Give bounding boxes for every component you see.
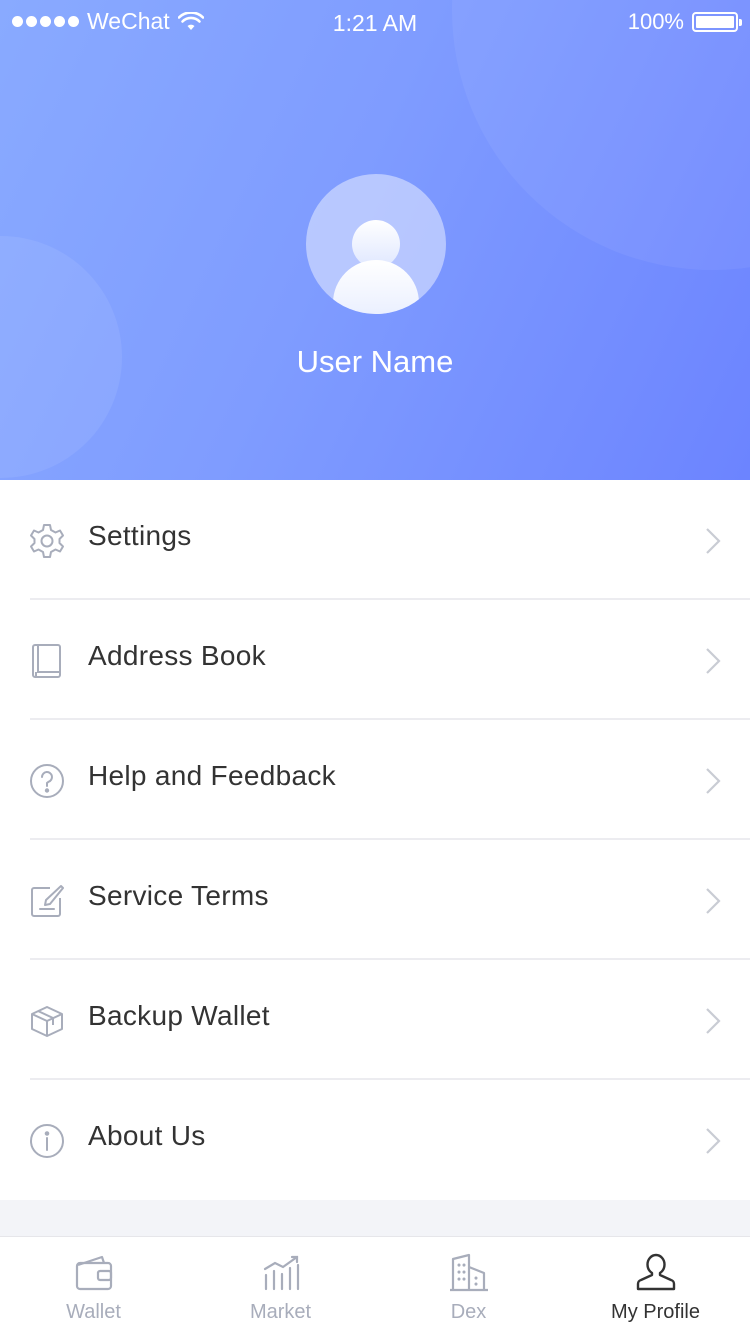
- tab-dex[interactable]: Dex: [375, 1237, 562, 1334]
- chevron-right-icon: [706, 768, 721, 794]
- status-right: 100%: [627, 9, 742, 35]
- tab-wallet[interactable]: Wallet: [0, 1237, 187, 1334]
- menu-item-label: Settings: [88, 520, 192, 551]
- avatar-body: [333, 260, 419, 314]
- tab-label: Wallet: [66, 1301, 121, 1323]
- battery-icon: [692, 12, 742, 32]
- menu-item-address-book[interactable]: Address Book: [0, 600, 750, 720]
- tab-market[interactable]: Market: [187, 1237, 374, 1334]
- chevron-right-icon: [706, 1128, 721, 1154]
- building-icon: [447, 1251, 491, 1295]
- menu-item-backup-wallet[interactable]: Backup Wallet: [0, 960, 750, 1080]
- tab-label: Market: [249, 1301, 312, 1323]
- tab-my-profile[interactable]: My Profile: [562, 1237, 749, 1334]
- battery-percent: 100%: [627, 9, 684, 34]
- menu-item-service-terms[interactable]: Service Terms: [0, 840, 750, 960]
- menu-item-settings[interactable]: Settings: [0, 480, 750, 600]
- wallet-icon: [72, 1251, 116, 1295]
- menu-item-label: Address Book: [88, 640, 266, 671]
- tab-label: My Profile: [611, 1301, 700, 1323]
- gear-icon: [28, 522, 66, 560]
- chevron-right-icon: [706, 1008, 721, 1034]
- chevron-right-icon: [706, 648, 721, 674]
- profile-header: WeChat 1:21 AM 100% User Name: [0, 0, 750, 480]
- bottom-tab-bar: Wallet Market Dex My Profile: [0, 1236, 750, 1334]
- avatar[interactable]: [306, 174, 446, 314]
- backup-box-icon: [28, 1002, 66, 1040]
- edit-document-icon: [28, 882, 66, 920]
- menu-item-label: Help and Feedback: [88, 760, 336, 791]
- menu-item-help-feedback[interactable]: Help and Feedback: [0, 720, 750, 840]
- menu-item-about-us[interactable]: About Us: [0, 1080, 750, 1200]
- menu-item-label: Service Terms: [88, 880, 269, 911]
- menu-item-label: About Us: [88, 1120, 206, 1151]
- status-bar: WeChat 1:21 AM 100%: [0, 0, 750, 44]
- tab-label: Dex: [450, 1301, 487, 1323]
- chevron-right-icon: [706, 888, 721, 914]
- chevron-right-icon: [706, 528, 721, 554]
- info-circle-icon: [28, 1122, 66, 1160]
- question-circle-icon: [28, 762, 66, 800]
- person-icon: [634, 1251, 678, 1295]
- book-icon: [28, 642, 66, 680]
- profile-menu: Settings Address Book Help and Feedback: [0, 480, 750, 1200]
- user-name[interactable]: User Name: [0, 344, 750, 380]
- menu-item-label: Backup Wallet: [88, 1000, 270, 1031]
- chart-bars-icon: [259, 1251, 303, 1295]
